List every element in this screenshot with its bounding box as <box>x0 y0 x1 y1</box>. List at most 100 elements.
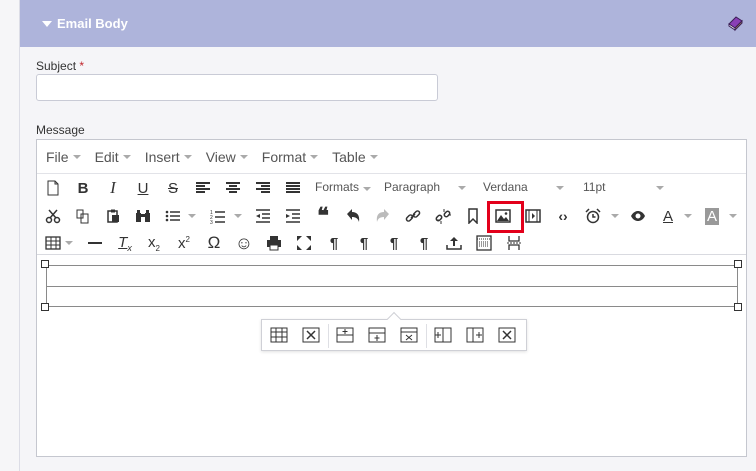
resize-handle-bottom-left[interactable] <box>41 303 49 311</box>
horizontal-rule-button[interactable] <box>84 232 106 254</box>
subject-input[interactable] <box>36 74 438 101</box>
superscript-icon: x2 <box>178 234 190 252</box>
resize-handle-bottom-right[interactable] <box>734 303 742 311</box>
font-size-select[interactable]: 11pt <box>583 180 605 194</box>
show-blocks-button[interactable]: ¶ <box>383 232 405 254</box>
rtl-button[interactable]: ¶ <box>353 232 375 254</box>
numbered-list-icon: 123 <box>210 210 225 224</box>
visual-chars-button[interactable]: ¶ <box>413 232 435 254</box>
menu-edit[interactable]: Edit <box>95 149 131 165</box>
delete-row-icon[interactable] <box>400 327 418 343</box>
undo-button[interactable] <box>342 205 364 227</box>
subject-label-text: Subject <box>36 59 77 73</box>
redo-button[interactable] <box>372 205 394 227</box>
fullscreen-button[interactable] <box>293 232 315 254</box>
chevron-down-icon <box>611 214 619 218</box>
outdent-button[interactable] <box>252 205 274 227</box>
underline-button[interactable]: U <box>132 177 154 199</box>
insert-file-button[interactable] <box>443 232 465 254</box>
bold-button[interactable]: B <box>72 177 94 199</box>
horizontal-rule-icon <box>88 242 102 244</box>
background-color-icon: A <box>704 207 719 225</box>
resize-handle-top-left[interactable] <box>41 260 49 268</box>
italic-button[interactable]: I <box>102 177 124 199</box>
justify-button[interactable] <box>282 177 304 199</box>
align-right-button[interactable] <box>252 177 274 199</box>
formats-dropdown[interactable]: Formats <box>315 180 372 194</box>
section-header[interactable]: Email Body <box>20 0 756 47</box>
emoticons-button[interactable]: ☺ <box>233 232 255 254</box>
background-color-button[interactable]: A <box>701 205 723 227</box>
remove-link-button[interactable] <box>432 205 454 227</box>
paste-icon <box>107 209 119 223</box>
delete-table-icon[interactable] <box>302 327 320 343</box>
superscript-button[interactable]: x2 <box>173 232 195 254</box>
new-document-button[interactable] <box>42 177 64 199</box>
align-center-button[interactable] <box>222 177 244 199</box>
toolbar-row-1: B I U S Formats Paragraph Verdana 11pt <box>37 174 746 202</box>
menu-insert[interactable]: Insert <box>145 149 192 165</box>
strikethrough-button[interactable]: S <box>162 177 184 199</box>
special-character-button[interactable]: Ω <box>203 232 225 254</box>
table-icon <box>45 236 61 250</box>
pilcrow-icon: ¶ <box>389 234 399 252</box>
menu-file[interactable]: File <box>46 149 81 165</box>
insert-row-before-icon[interactable] <box>336 327 354 343</box>
block-format-select[interactable]: Paragraph <box>384 180 440 194</box>
delete-column-icon[interactable] <box>498 327 516 343</box>
menu-table[interactable]: Table <box>332 149 378 165</box>
collapse-caret-icon[interactable] <box>42 20 52 27</box>
insert-link-button[interactable] <box>402 205 424 227</box>
menu-view-label: View <box>205 148 236 165</box>
message-label: Message <box>36 123 85 137</box>
font-family-select[interactable]: Verdana <box>483 180 528 194</box>
alarm-clock-icon <box>585 208 601 224</box>
align-left-button[interactable] <box>192 177 214 199</box>
source-code-button[interactable]: ‹› <box>552 205 574 227</box>
undo-icon <box>347 209 360 222</box>
chevron-down-icon <box>183 154 192 159</box>
left-strip <box>0 0 20 471</box>
insert-datetime-button[interactable] <box>582 205 604 227</box>
clear-format-icon: Tx <box>118 233 132 253</box>
bullet-list-button[interactable] <box>162 205 184 227</box>
subscript-button[interactable]: x2 <box>143 232 165 254</box>
copy-button[interactable] <box>72 205 94 227</box>
template-button[interactable] <box>473 232 495 254</box>
book-icon[interactable] <box>726 14 744 32</box>
clear-formatting-button[interactable]: Tx <box>114 232 136 254</box>
page-break-button[interactable] <box>503 232 525 254</box>
find-replace-button[interactable] <box>132 205 154 227</box>
chevron-down-icon <box>363 187 372 191</box>
subject-label: Subject * <box>36 59 84 73</box>
copy-icon <box>76 209 89 224</box>
insert-row-after-icon[interactable] <box>368 327 386 343</box>
insert-column-after-icon[interactable] <box>466 327 484 343</box>
indent-button[interactable] <box>282 205 304 227</box>
chevron-down-icon <box>188 214 196 218</box>
resize-handle-top-right[interactable] <box>734 260 742 268</box>
print-button[interactable] <box>263 232 285 254</box>
cut-button[interactable] <box>42 205 64 227</box>
menu-view[interactable]: View <box>206 149 248 165</box>
upload-icon <box>446 237 462 250</box>
ltr-button[interactable]: ¶ <box>323 232 345 254</box>
insert-column-before-icon[interactable] <box>434 327 452 343</box>
anchor-button[interactable] <box>462 205 484 227</box>
rtl-icon: ¶ <box>359 234 369 252</box>
table-properties-icon[interactable] <box>270 327 288 343</box>
blockquote-button[interactable]: ❝ <box>312 203 334 228</box>
menu-format-label: Format <box>261 148 307 165</box>
table-button[interactable] <box>42 232 64 254</box>
menu-format[interactable]: Format <box>261 148 319 165</box>
numbered-list-button[interactable]: 123 <box>207 205 229 227</box>
insert-media-button[interactable] <box>522 205 544 227</box>
editor-content-area[interactable] <box>37 254 746 456</box>
preview-button[interactable] <box>627 205 649 227</box>
new-document-icon <box>47 180 59 196</box>
content-table[interactable] <box>46 265 738 307</box>
eye-icon <box>631 211 645 221</box>
text-color-button[interactable]: A <box>657 205 679 227</box>
chevron-down-icon <box>239 154 248 159</box>
paste-button[interactable] <box>102 205 124 227</box>
